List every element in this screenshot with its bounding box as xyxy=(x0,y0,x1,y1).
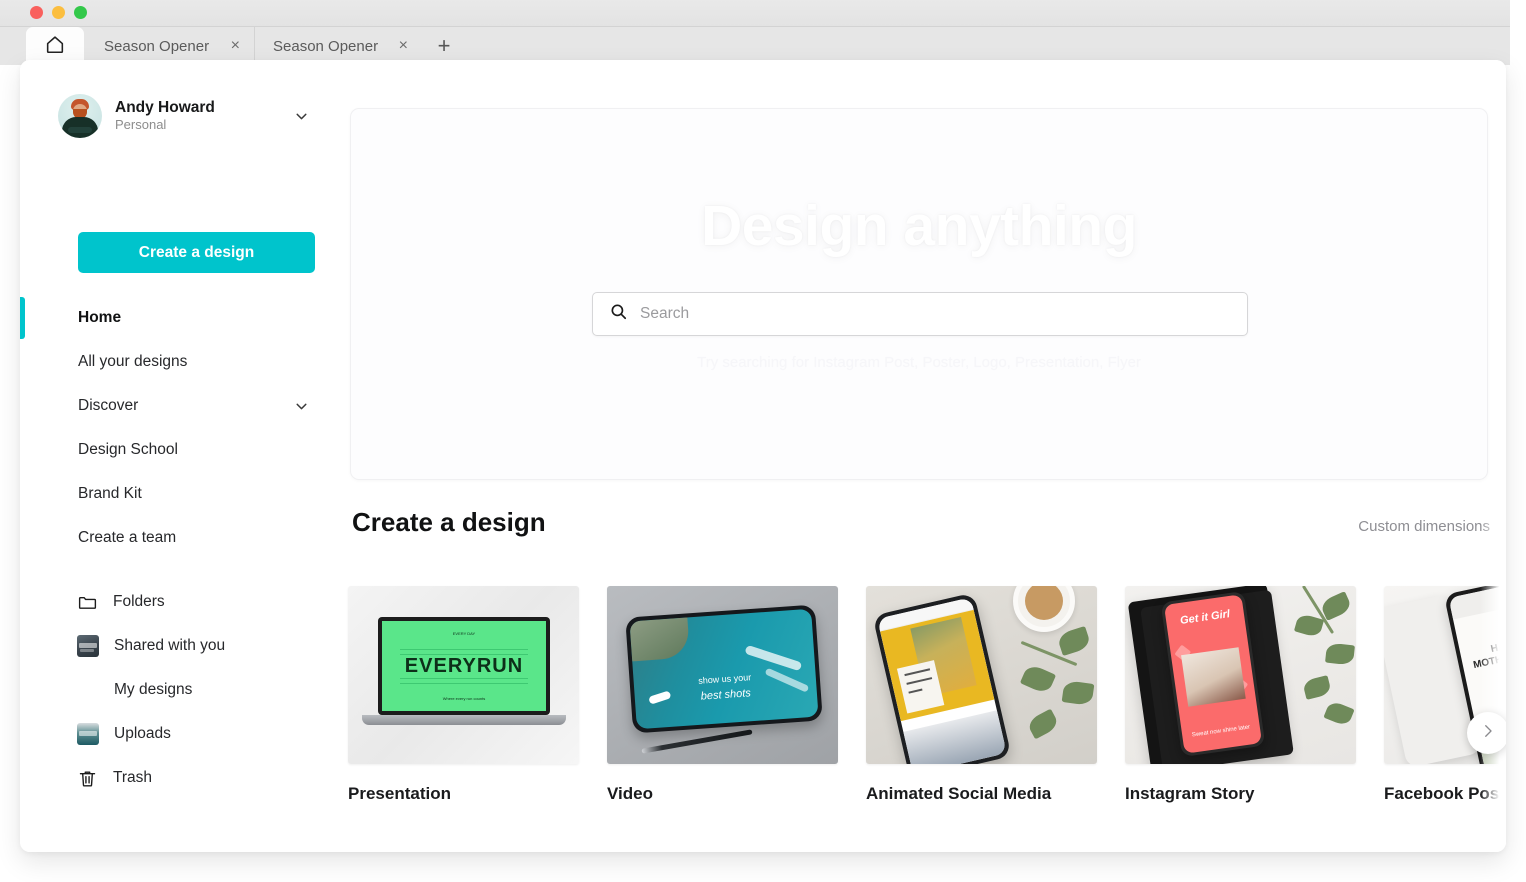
design-type-card-video[interactable]: show us your best shots Video xyxy=(607,586,838,816)
carousel-fade xyxy=(1480,500,1506,852)
folder-icon xyxy=(77,592,98,613)
tab-title: Season Opener xyxy=(273,37,379,55)
card-label: Animated Social Media xyxy=(866,784,1052,803)
chevron-down-icon[interactable] xyxy=(293,398,310,415)
close-icon[interactable]: × xyxy=(231,38,240,54)
carousel-next-button[interactable] xyxy=(1467,712,1506,754)
search-bar[interactable] xyxy=(592,292,1248,336)
browser-window: Season Opener × Season Opener × + Andy H… xyxy=(0,0,1510,882)
card-label: Video xyxy=(607,784,653,803)
story-bottom-text: Sweat now shine later xyxy=(1191,724,1251,739)
sidebar: Andy Howard Personal Create a design Hom… xyxy=(20,60,330,852)
close-icon[interactable]: × xyxy=(399,38,408,54)
sidebar-item-brand-kit[interactable]: Brand Kit xyxy=(20,472,330,516)
sidebar-item-label: Brand Kit xyxy=(78,485,142,502)
profile-account-type: Personal xyxy=(115,117,167,133)
chevron-down-icon[interactable] xyxy=(293,108,310,125)
sidebar-item-shared-with-you[interactable]: Shared with you xyxy=(20,624,330,668)
avatar xyxy=(58,94,102,138)
sidebar-item-label: All your designs xyxy=(78,353,188,370)
sidebar-item-label: Home xyxy=(78,309,122,326)
custom-dimensions-link[interactable]: Custom dimensions xyxy=(1358,518,1490,535)
main-content: Design anything Try searching for Instag… xyxy=(330,60,1506,852)
sidebar-item-label: Create a team xyxy=(78,529,177,546)
sidebar-item-label: Trash xyxy=(113,769,153,786)
my-designs-thumbnail-icon xyxy=(77,679,99,701)
window-controls xyxy=(30,6,87,19)
chevron-right-icon xyxy=(1479,722,1497,745)
sidebar-item-label: Folders xyxy=(113,593,165,610)
maximize-window-button[interactable] xyxy=(74,6,87,19)
minimize-window-button[interactable] xyxy=(52,6,65,19)
search-input[interactable] xyxy=(640,305,1231,323)
sidebar-item-uploads[interactable]: Uploads xyxy=(20,712,330,756)
coffee-cup-decoration xyxy=(1013,586,1075,632)
video-line-1: show us your xyxy=(697,672,752,686)
video-line-2: best shots xyxy=(700,686,752,703)
home-icon xyxy=(44,33,66,59)
hero-banner: Design anything Try searching for Instag… xyxy=(350,108,1488,480)
card-thumbnail: EVERY DAY EVERYRUN Where every run count… xyxy=(348,586,579,764)
sidebar-item-all-your-designs[interactable]: All your designs xyxy=(20,340,330,384)
sidebar-item-discover[interactable]: Discover xyxy=(20,384,330,428)
slide-top-text: EVERY DAY xyxy=(452,631,476,636)
create-a-design-header: Create a design Custom dimensions xyxy=(352,507,1490,538)
account-switcher[interactable]: Andy Howard Personal xyxy=(58,91,310,141)
browser-titlebar xyxy=(0,0,1510,27)
card-label: Instagram Story xyxy=(1125,784,1255,803)
card-thumbnail xyxy=(866,586,1097,764)
sidebar-item-my-designs[interactable]: My designs xyxy=(20,668,330,712)
slide-title-text: EVERYRUN xyxy=(404,654,524,677)
tab-title: Season Opener xyxy=(104,37,210,55)
profile-name: Andy Howard xyxy=(115,98,215,116)
sidebar-item-home[interactable]: Home xyxy=(20,296,330,340)
design-type-carousel: EVERY DAY EVERYRUN Where every run count… xyxy=(348,586,1506,816)
sidebar-item-label: Design School xyxy=(78,441,178,458)
sidebar-item-label: Discover xyxy=(78,397,139,414)
canva-app-panel: Andy Howard Personal Create a design Hom… xyxy=(20,60,1506,852)
create-a-design-button[interactable]: Create a design xyxy=(78,232,315,273)
uploads-thumbnail-icon xyxy=(77,723,99,745)
design-type-card-instagram-story[interactable]: Get it Girl Sweat now shine later Instag… xyxy=(1125,586,1356,816)
hero-title: Design anything xyxy=(701,194,1137,258)
sidebar-item-label: Shared with you xyxy=(114,637,226,654)
sidebar-item-trash[interactable]: Trash xyxy=(20,756,330,800)
search-suggestions-ghost: Try searching for Instagram Post, Poster… xyxy=(697,354,1141,371)
card-label: Presentation xyxy=(348,784,451,803)
sidebar-item-create-a-team[interactable]: Create a team xyxy=(20,516,330,560)
sidebar-nav-primary: Home All your designs Discover Design Sc… xyxy=(20,296,330,560)
design-type-card-animated-social-media[interactable]: Animated Social Media xyxy=(866,586,1097,816)
sidebar-item-label: My designs xyxy=(114,681,193,698)
search-icon xyxy=(609,302,628,326)
sidebar-item-design-school[interactable]: Design School xyxy=(20,428,330,472)
sidebar-nav-secondary: Folders Shared with you My designs Uploa… xyxy=(20,580,330,800)
card-thumbnail: Get it Girl Sweat now shine later xyxy=(1125,586,1356,764)
slide-bottom-text: Where every run counts xyxy=(442,696,486,701)
close-window-button[interactable] xyxy=(30,6,43,19)
card-thumbnail: show us your best shots xyxy=(607,586,838,764)
page-title: Create a design xyxy=(352,507,546,537)
story-title-text: Get it Girl xyxy=(1179,608,1231,627)
sidebar-item-label: Uploads xyxy=(114,725,171,742)
sidebar-item-folders[interactable]: Folders xyxy=(20,580,330,624)
design-type-card-presentation[interactable]: EVERY DAY EVERYRUN Where every run count… xyxy=(348,586,579,816)
trash-icon xyxy=(77,768,98,789)
shared-thumbnail-icon xyxy=(77,635,99,657)
